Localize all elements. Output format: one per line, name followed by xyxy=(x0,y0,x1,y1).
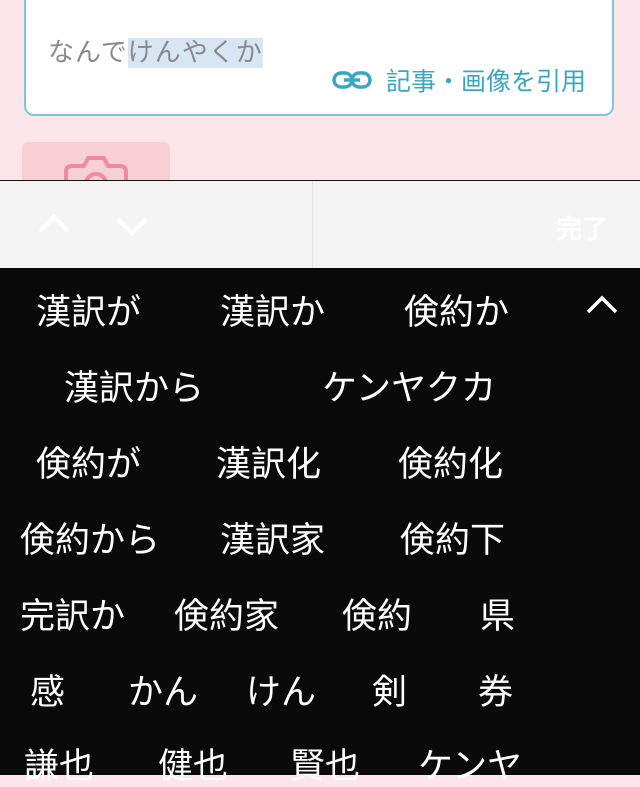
candidate-item[interactable]: 倹約か xyxy=(404,296,509,331)
candidate-item[interactable]: 倹約下 xyxy=(400,524,505,559)
collapse-chevron-icon[interactable] xyxy=(584,292,620,316)
ime-candidate-panel: 漢訳が 漢訳か 倹約か 漢訳から ケンヤクカ 倹約が 漢訳化 倹約化 倹約から … xyxy=(0,268,640,785)
candidate-item[interactable]: 県 xyxy=(480,600,515,635)
link-icon xyxy=(332,71,372,89)
candidate-item[interactable]: 漢訳家 xyxy=(220,524,325,559)
quote-article-image-button[interactable]: 記事・画像を引用 xyxy=(332,62,586,98)
candidate-item[interactable]: 賢也 xyxy=(290,750,360,785)
candidate-item[interactable]: 倹約が xyxy=(36,448,141,483)
input-text-confirmed: なんで xyxy=(48,38,128,68)
candidate-item[interactable]: 感 xyxy=(30,676,65,711)
toolbar-divider xyxy=(312,181,313,269)
candidate-item[interactable]: 倹約化 xyxy=(398,448,503,483)
candidate-item[interactable]: 謙也 xyxy=(24,750,94,785)
candidate-item[interactable]: 倹約から xyxy=(20,524,160,559)
keyboard-accessory-bar: 完了 xyxy=(0,180,640,269)
candidate-item[interactable]: 剣 xyxy=(372,676,407,711)
compose-area: なんでけんやくか 記事・画像を引用 xyxy=(0,0,640,202)
candidate-item[interactable]: 倹約家 xyxy=(174,600,279,635)
candidate-item[interactable]: 漢訳か xyxy=(220,296,325,331)
candidate-item[interactable]: 漢訳から xyxy=(64,372,204,407)
candidate-item[interactable]: 漢訳が xyxy=(36,296,141,331)
candidate-item[interactable]: 倹約 xyxy=(342,600,412,635)
candidate-item[interactable]: 漢訳化 xyxy=(216,448,321,483)
candidate-item[interactable]: ケンヤクカ xyxy=(322,372,496,407)
comment-input-text[interactable]: なんでけんやくか xyxy=(48,32,263,69)
candidate-item[interactable]: 完訳か xyxy=(20,600,125,635)
done-button[interactable]: 完了 xyxy=(556,209,608,246)
candidate-item[interactable]: ケンヤ xyxy=(418,750,522,785)
comment-textbox[interactable]: なんでけんやくか 記事・画像を引用 xyxy=(24,0,614,116)
candidate-item[interactable]: 券 xyxy=(478,676,513,711)
candidate-item[interactable]: けん xyxy=(246,676,316,711)
input-text-composing: けんやくか xyxy=(127,38,263,68)
quote-label: 記事・画像を引用 xyxy=(385,67,586,96)
chevron-up-icon[interactable] xyxy=(34,205,74,245)
chevron-down-icon[interactable] xyxy=(112,205,152,245)
candidate-item[interactable]: かん xyxy=(128,676,198,711)
candidate-item[interactable]: 健也 xyxy=(158,750,228,785)
